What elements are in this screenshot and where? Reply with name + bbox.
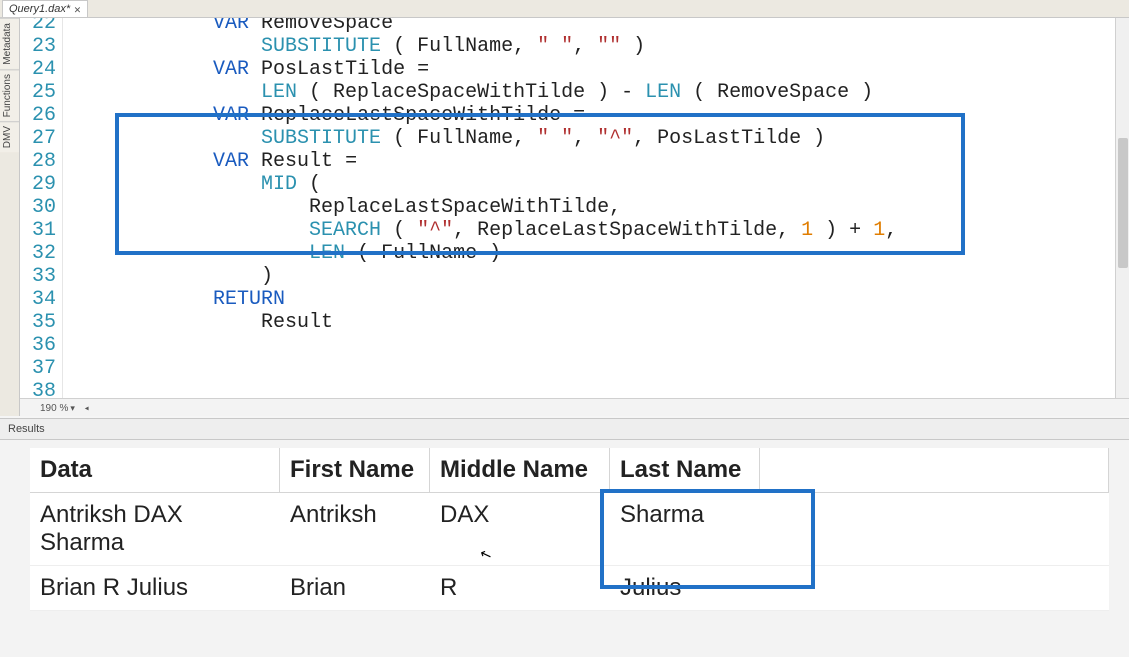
document-tab-title: Query1.dax*: [9, 3, 70, 15]
code-text[interactable]: RETURN: [63, 288, 1129, 311]
code-text[interactable]: SEARCH ( "^", ReplaceLastSpaceWithTilde,…: [63, 219, 1129, 242]
code-line[interactable]: 30 ReplaceLastSpaceWithTilde,: [20, 196, 1129, 219]
code-text[interactable]: LEN ( FullName ): [63, 242, 1129, 265]
code-line[interactable]: 37: [20, 357, 1129, 380]
table-cell[interactable]: Brian: [280, 566, 430, 611]
code-line[interactable]: 33 ): [20, 265, 1129, 288]
side-tab-functions[interactable]: Functions: [0, 69, 19, 121]
code-text[interactable]: VAR RemoveSpace: [63, 18, 1129, 35]
code-line[interactable]: 32 LEN ( FullName ): [20, 242, 1129, 265]
code-text[interactable]: Result: [63, 311, 1129, 334]
code-line[interactable]: 31 SEARCH ( "^", ReplaceLastSpaceWithTil…: [20, 219, 1129, 242]
code-text[interactable]: LEN ( ReplaceSpaceWithTilde ) - LEN ( Re…: [63, 81, 1129, 104]
code-text[interactable]: SUBSTITUTE ( FullName, " ", "^", PosLast…: [63, 127, 1129, 150]
column-header[interactable]: Middle Name: [430, 448, 610, 493]
code-line[interactable]: 34 RETURN: [20, 288, 1129, 311]
line-number: 38: [20, 380, 63, 398]
line-number: 36: [20, 334, 63, 357]
table-cell[interactable]: DAX: [430, 493, 610, 566]
code-text[interactable]: [63, 334, 1129, 357]
results-header: Results: [0, 418, 1129, 440]
line-number: 23: [20, 35, 63, 58]
code-text[interactable]: ): [63, 265, 1129, 288]
code-line[interactable]: 29 MID (: [20, 173, 1129, 196]
line-number: 26: [20, 104, 63, 127]
zoom-level[interactable]: 190 %: [40, 403, 68, 414]
column-header[interactable]: First Name: [280, 448, 430, 493]
results-body: DataFirst NameMiddle NameLast Name Antrik…: [30, 448, 1109, 611]
column-header[interactable]: Last Name: [610, 448, 760, 493]
code-line[interactable]: 36: [20, 334, 1129, 357]
line-number: 32: [20, 242, 63, 265]
chevron-down-icon[interactable]: ▾: [70, 403, 75, 413]
code-text[interactable]: ReplaceLastSpaceWithTilde,: [63, 196, 1129, 219]
table-cell[interactable]: Brian R Julius: [30, 566, 280, 611]
code-text[interactable]: VAR ReplaceLastSpaceWithTilde =: [63, 104, 1129, 127]
line-number: 28: [20, 150, 63, 173]
line-number: 31: [20, 219, 63, 242]
side-tab-metadata[interactable]: Metadata: [0, 18, 19, 69]
table-cell[interactable]: R: [430, 566, 610, 611]
scroll-left-icon[interactable]: ◂: [84, 403, 90, 414]
results-grid: DataFirst NameMiddle NameLast Name Antrik…: [30, 448, 1109, 611]
code-line[interactable]: 35 Result: [20, 311, 1129, 334]
code-line[interactable]: 28 VAR Result =: [20, 150, 1129, 173]
code-line[interactable]: 38: [20, 380, 1129, 398]
code-editor[interactable]: 22 VAR RemoveSpace23 SUBSTITUTE ( FullNa…: [20, 18, 1129, 398]
line-number: 30: [20, 196, 63, 219]
table-cell[interactable]: Antriksh DAX Sharma: [30, 493, 280, 566]
table-cell[interactable]: Sharma: [610, 493, 760, 566]
code-text[interactable]: MID (: [63, 173, 1129, 196]
code-line[interactable]: 27 SUBSTITUTE ( FullName, " ", "^", PosL…: [20, 127, 1129, 150]
line-number: 34: [20, 288, 63, 311]
document-tab[interactable]: Query1.dax* ✕: [2, 0, 88, 17]
code-text[interactable]: [63, 380, 1129, 398]
code-line[interactable]: 22 VAR RemoveSpace: [20, 18, 1129, 35]
line-number: 24: [20, 58, 63, 81]
line-number: 29: [20, 173, 63, 196]
table-cell-spacer: [760, 566, 1109, 611]
line-number: 37: [20, 357, 63, 380]
line-number: 25: [20, 81, 63, 104]
close-icon[interactable]: ✕: [74, 3, 81, 16]
line-number: 22: [20, 18, 63, 35]
code-line[interactable]: 24 VAR PosLastTilde =: [20, 58, 1129, 81]
column-header-spacer: [760, 448, 1109, 493]
table-cell[interactable]: Antriksh: [280, 493, 430, 566]
code-text[interactable]: SUBSTITUTE ( FullName, " ", "" ): [63, 35, 1129, 58]
side-tab-dmv[interactable]: DMV: [0, 121, 19, 152]
code-line[interactable]: 26 VAR ReplaceLastSpaceWithTilde =: [20, 104, 1129, 127]
code-text[interactable]: [63, 357, 1129, 380]
document-tabstrip: Query1.dax* ✕: [0, 0, 1129, 18]
line-number: 35: [20, 311, 63, 334]
code-text[interactable]: VAR Result =: [63, 150, 1129, 173]
scrollbar-thumb[interactable]: [1118, 138, 1128, 268]
editor-scrollbar[interactable]: [1115, 18, 1129, 416]
side-toolwindow-tabs: Metadata Functions DMV: [0, 18, 20, 416]
line-number: 27: [20, 127, 63, 150]
code-line[interactable]: 25 LEN ( ReplaceSpaceWithTilde ) - LEN (…: [20, 81, 1129, 104]
table-cell-spacer: [760, 493, 1109, 566]
table-cell[interactable]: Julius: [610, 566, 760, 611]
zoom-bar: 190 %▾ ◂: [20, 398, 1129, 416]
code-text[interactable]: VAR PosLastTilde =: [63, 58, 1129, 81]
column-header[interactable]: Data: [30, 448, 280, 493]
code-line[interactable]: 23 SUBSTITUTE ( FullName, " ", "" ): [20, 35, 1129, 58]
results-pane: Results DataFirst NameMiddle NameLast Na…: [0, 418, 1129, 657]
line-number: 33: [20, 265, 63, 288]
